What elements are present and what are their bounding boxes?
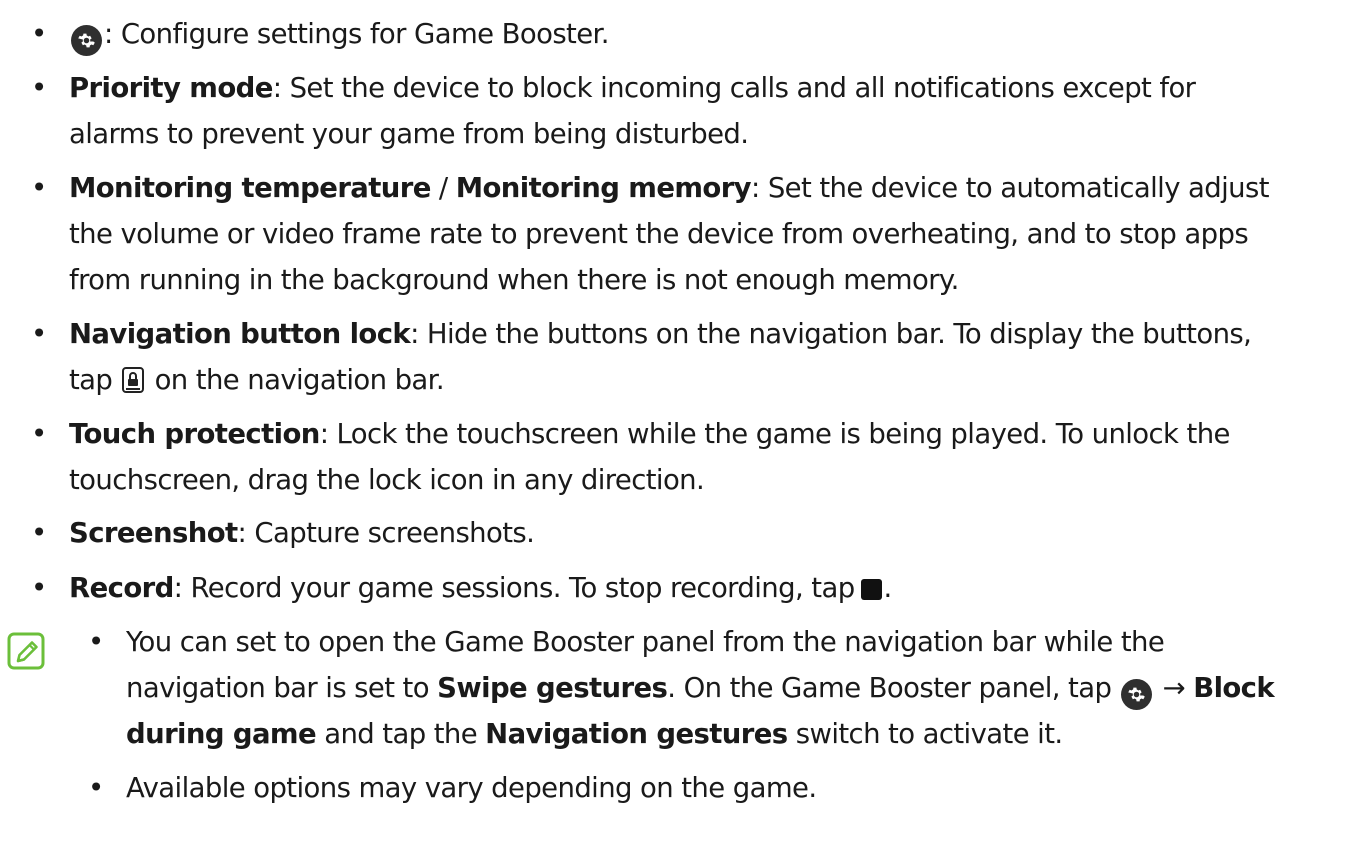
note-pencil-icon (7, 632, 45, 670)
term-label: Touch protection (69, 418, 320, 450)
list-item-record: • Record: Record your game sessions. To … (31, 565, 1354, 611)
list-item-screenshot: • Screenshot: Capture screenshots. (31, 510, 1354, 556)
bullet: • (88, 626, 104, 658)
note-item-available-options: • Available options may vary depending o… (88, 765, 1354, 811)
gear-icon (1121, 679, 1153, 710)
list-item-monitoring: • Monitoring temperature / Monitoring me… (31, 165, 1354, 303)
term-label: Monitoring memory (455, 172, 752, 204)
note-item-swipe-gestures: • You can set to open the Game Booster p… (88, 619, 1354, 757)
stop-icon (860, 579, 882, 600)
bullet: • (31, 18, 47, 50)
list-item-navigation-button-lock: • Navigation button lock: Hide the butto… (31, 311, 1354, 403)
term-label: Navigation button lock (69, 318, 411, 350)
list-item-priority-mode: • Priority mode: Set the device to block… (31, 65, 1354, 157)
list-item-touch-protection: • Touch protection: Lock the touchscreen… (31, 411, 1354, 503)
bullet: • (88, 772, 104, 804)
bullet: • (31, 572, 47, 604)
term-label: Screenshot (69, 517, 238, 549)
bullet: • (31, 318, 47, 350)
document-page: • : Configure settings for Game Booster.… (0, 0, 1362, 850)
term-label: Record (69, 572, 174, 604)
lock-icon (122, 367, 145, 393)
bullet: • (31, 418, 47, 450)
term-label: Monitoring temperature (69, 172, 431, 204)
gear-icon (71, 25, 102, 56)
bullet: • (31, 72, 47, 104)
list-item-settings: • : Configure settings for Game Booster. (31, 11, 1354, 57)
term-label: Priority mode (69, 72, 273, 104)
bullet: • (31, 517, 47, 549)
bullet: • (31, 172, 47, 204)
